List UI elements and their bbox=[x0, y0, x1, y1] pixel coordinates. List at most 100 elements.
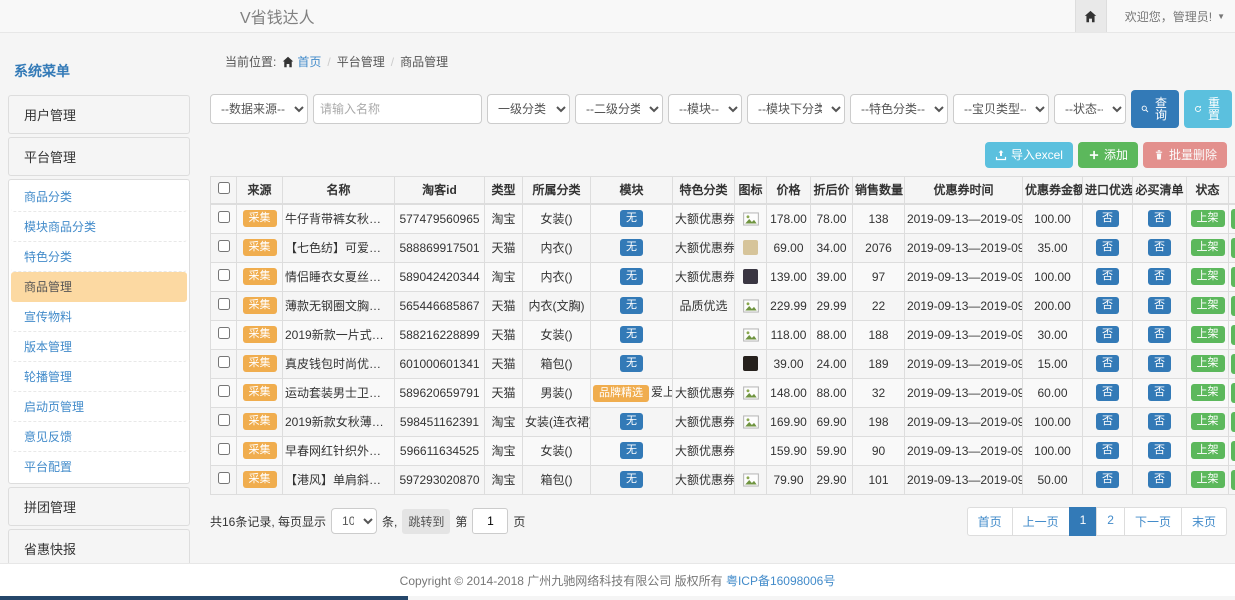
row-checkbox[interactable] bbox=[218, 298, 230, 310]
sidebar-sub-item[interactable]: 版本管理 bbox=[11, 332, 187, 362]
status-toggle[interactable]: 上架 bbox=[1191, 297, 1225, 314]
edit-button[interactable] bbox=[1231, 209, 1235, 229]
row-checkbox[interactable] bbox=[218, 327, 230, 339]
status-toggle[interactable]: 上架 bbox=[1191, 210, 1225, 227]
edit-button[interactable] bbox=[1231, 296, 1235, 316]
filter-select[interactable]: --模块-- bbox=[668, 94, 742, 124]
icp-link[interactable]: 粤ICP备16098006号 bbox=[726, 572, 835, 589]
status-toggle[interactable]: 上架 bbox=[1191, 239, 1225, 256]
query-button[interactable]: 查询 bbox=[1131, 90, 1179, 128]
module-badge[interactable]: 无 bbox=[620, 326, 643, 343]
pagination-button[interactable]: 1 bbox=[1069, 507, 1098, 536]
import-select-toggle[interactable]: 否 bbox=[1096, 471, 1119, 488]
edit-button[interactable] bbox=[1231, 383, 1235, 403]
jump-button[interactable]: 跳转到 bbox=[402, 509, 450, 534]
status-toggle[interactable]: 上架 bbox=[1191, 471, 1225, 488]
filter-select[interactable]: --状态-- bbox=[1054, 94, 1126, 124]
status-toggle[interactable]: 上架 bbox=[1191, 268, 1225, 285]
import-excel-button[interactable]: 导入excel bbox=[985, 142, 1073, 168]
import-select-toggle[interactable]: 否 bbox=[1096, 384, 1119, 401]
must-buy-toggle[interactable]: 否 bbox=[1148, 326, 1171, 343]
sidebar-sub-item[interactable]: 特色分类 bbox=[11, 242, 187, 272]
edit-button[interactable] bbox=[1231, 325, 1235, 345]
edit-button[interactable] bbox=[1231, 354, 1235, 374]
pagination-button[interactable]: 首页 bbox=[967, 507, 1013, 536]
status-toggle[interactable]: 上架 bbox=[1191, 355, 1225, 372]
module-badge[interactable]: 无 bbox=[620, 268, 643, 285]
sidebar-sub-item[interactable]: 宣传物料 bbox=[11, 302, 187, 332]
module-badge[interactable]: 无 bbox=[620, 471, 643, 488]
row-checkbox[interactable] bbox=[218, 269, 230, 281]
sidebar-sub-item[interactable]: 商品分类 bbox=[11, 182, 187, 212]
sidebar-sub-item[interactable]: 意见反馈 bbox=[11, 422, 187, 452]
row-checkbox[interactable] bbox=[218, 385, 230, 397]
sidebar-group-item[interactable]: 平台管理 bbox=[8, 137, 190, 176]
module-badge[interactable]: 无 bbox=[620, 442, 643, 459]
filter-select[interactable]: --宝贝类型-- bbox=[953, 94, 1049, 124]
pagination-button[interactable]: 下一页 bbox=[1124, 507, 1182, 536]
page-size-select[interactable]: 10 bbox=[331, 508, 377, 534]
module-badge[interactable]: 无 bbox=[620, 239, 643, 256]
sidebar-sub-item[interactable]: 轮播管理 bbox=[11, 362, 187, 392]
select-all-checkbox[interactable] bbox=[218, 182, 230, 194]
row-checkbox[interactable] bbox=[218, 443, 230, 455]
pagination-button[interactable]: 2 bbox=[1096, 507, 1125, 536]
reset-button[interactable]: 重置 bbox=[1184, 90, 1232, 128]
import-select-toggle[interactable]: 否 bbox=[1096, 239, 1119, 256]
edit-button[interactable] bbox=[1231, 238, 1235, 258]
module-badge[interactable]: 无 bbox=[620, 355, 643, 372]
module-badge[interactable]: 品牌精选 bbox=[593, 385, 649, 402]
sidebar-sub-item[interactable]: 模块商品分类 bbox=[11, 212, 187, 242]
must-buy-toggle[interactable]: 否 bbox=[1148, 210, 1171, 227]
status-toggle[interactable]: 上架 bbox=[1191, 442, 1225, 459]
must-buy-toggle[interactable]: 否 bbox=[1148, 268, 1171, 285]
must-buy-toggle[interactable]: 否 bbox=[1148, 413, 1171, 430]
must-buy-toggle[interactable]: 否 bbox=[1148, 355, 1171, 372]
name-search-input[interactable] bbox=[313, 94, 482, 124]
user-menu[interactable]: 欢迎您，管理员! ▼ bbox=[1125, 8, 1225, 25]
sidebar-sub-item[interactable]: 平台配置 bbox=[11, 452, 187, 481]
import-select-toggle[interactable]: 否 bbox=[1096, 442, 1119, 459]
filter-select[interactable]: --数据来源-- bbox=[210, 94, 308, 124]
module-badge[interactable]: 无 bbox=[620, 210, 643, 227]
sidebar-group-item[interactable]: 拼团管理 bbox=[8, 487, 190, 526]
status-toggle[interactable]: 上架 bbox=[1191, 326, 1225, 343]
import-select-toggle[interactable]: 否 bbox=[1096, 355, 1119, 372]
breadcrumb-home-link[interactable]: 首页 bbox=[282, 53, 321, 70]
add-button[interactable]: 添加 bbox=[1078, 142, 1138, 168]
row-checkbox[interactable] bbox=[218, 472, 230, 484]
must-buy-toggle[interactable]: 否 bbox=[1148, 297, 1171, 314]
row-checkbox[interactable] bbox=[218, 414, 230, 426]
must-buy-toggle[interactable]: 否 bbox=[1148, 239, 1171, 256]
import-select-toggle[interactable]: 否 bbox=[1096, 413, 1119, 430]
pagination-button[interactable]: 上一页 bbox=[1012, 507, 1070, 536]
import-select-toggle[interactable]: 否 bbox=[1096, 297, 1119, 314]
home-button[interactable] bbox=[1075, 0, 1107, 32]
filter-select[interactable]: 一级分类 bbox=[487, 94, 570, 124]
filter-select[interactable]: --特色分类-- bbox=[850, 94, 948, 124]
sidebar-sub-item[interactable]: 启动页管理 bbox=[11, 392, 187, 422]
jump-page-input[interactable] bbox=[472, 508, 508, 534]
row-checkbox[interactable] bbox=[218, 240, 230, 252]
row-checkbox[interactable] bbox=[218, 211, 230, 223]
filter-select[interactable]: --二级分类-- bbox=[575, 94, 663, 124]
edit-button[interactable] bbox=[1231, 412, 1235, 432]
row-checkbox[interactable] bbox=[218, 356, 230, 368]
edit-button[interactable] bbox=[1231, 267, 1235, 287]
import-select-toggle[interactable]: 否 bbox=[1096, 268, 1119, 285]
batch-delete-button[interactable]: 批量删除 bbox=[1143, 142, 1227, 168]
pagination-button[interactable]: 末页 bbox=[1181, 507, 1227, 536]
edit-button[interactable] bbox=[1231, 441, 1235, 461]
must-buy-toggle[interactable]: 否 bbox=[1148, 384, 1171, 401]
filter-select[interactable]: --模块下分类-- bbox=[747, 94, 845, 124]
edit-button[interactable] bbox=[1231, 470, 1235, 490]
import-select-toggle[interactable]: 否 bbox=[1096, 210, 1119, 227]
status-toggle[interactable]: 上架 bbox=[1191, 384, 1225, 401]
status-toggle[interactable]: 上架 bbox=[1191, 413, 1225, 430]
module-badge[interactable]: 无 bbox=[620, 297, 643, 314]
import-select-toggle[interactable]: 否 bbox=[1096, 326, 1119, 343]
must-buy-toggle[interactable]: 否 bbox=[1148, 471, 1171, 488]
sidebar-group-item[interactable]: 用户管理 bbox=[8, 95, 190, 134]
must-buy-toggle[interactable]: 否 bbox=[1148, 442, 1171, 459]
sidebar-sub-item[interactable]: 商品管理 bbox=[11, 272, 187, 302]
